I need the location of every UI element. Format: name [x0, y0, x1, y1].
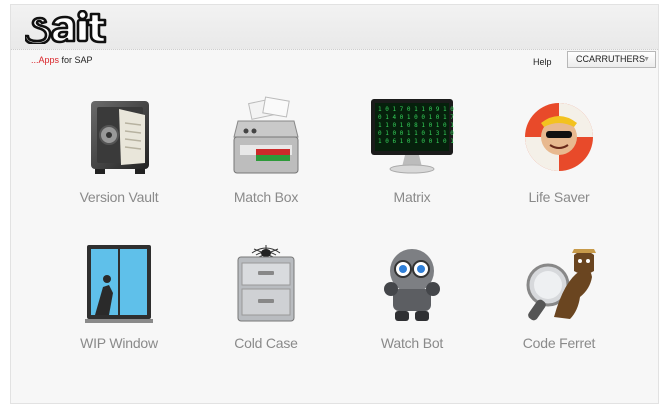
- app-cold-case[interactable]: Cold Case: [206, 241, 326, 371]
- help-link[interactable]: Help: [533, 57, 552, 67]
- ferret-icon: [526, 249, 596, 321]
- app-matrix[interactable]: 1 0 1 7 0 1 1 0 9 1 0 0 1 4 0 1 0 0 1 0 …: [352, 93, 472, 223]
- tagline-accent: ...Apps: [31, 55, 60, 65]
- matchbox-icon: [233, 96, 299, 174]
- user-label: CCARRUTHERS: [576, 54, 646, 64]
- app-life-saver[interactable]: Life Saver: [499, 93, 619, 223]
- svg-text:1 0 1 7 0 1 1 0 9 1 0: 1 0 1 7 0 1 1 0 9 1 0: [378, 106, 454, 113]
- sait-logo[interactable]: [25, 10, 121, 44]
- app-wip-window[interactable]: WIP Window: [59, 241, 179, 371]
- window-icon: [85, 245, 153, 323]
- app-label: Watch Bot: [380, 335, 444, 351]
- svg-text:0 1 0 0 1 1 0 1 3 1 0: 0 1 0 0 1 1 0 1 3 1 0: [378, 130, 454, 137]
- app-label: WIP Window: [80, 335, 158, 351]
- app-label: Code Ferret: [522, 335, 596, 351]
- app-match-box[interactable]: Match Box: [206, 93, 326, 223]
- app-version-vault[interactable]: Version Vault: [59, 93, 179, 223]
- app-label: Cold Case: [234, 335, 298, 351]
- robot-icon: [384, 249, 440, 321]
- app-frame: ...Apps for SAP Help CCARRUTHERS ▼ Versio…: [10, 4, 659, 404]
- header-bar: [11, 5, 658, 50]
- app-label: Life Saver: [528, 189, 590, 205]
- svg-text:1 1 0 1 0 8 1 0 1 0 1: 1 1 0 1 0 8 1 0 1 0 1: [378, 122, 454, 129]
- svg-text:0 1 4 0 1 0 0 1 0 1 7: 0 1 4 0 1 0 0 1 0 1 7: [378, 114, 454, 121]
- app-label: Version Vault: [79, 189, 159, 205]
- monitor-icon: 1 0 1 7 0 1 1 0 9 1 0 0 1 4 0 1 0 0 1 0 …: [371, 99, 454, 174]
- app-label: Matrix: [393, 189, 431, 205]
- tagline: ...Apps for SAP: [31, 55, 93, 65]
- app-watch-bot[interactable]: Watch Bot: [352, 241, 472, 371]
- chevron-down-icon: ▼: [643, 56, 650, 63]
- filing-cabinet-icon: [237, 245, 295, 322]
- user-dropdown[interactable]: CCARRUTHERS ▼: [567, 51, 656, 68]
- lifesaver-icon: [525, 103, 593, 171]
- vault-icon: [91, 101, 149, 174]
- svg-text:1 0 6 1 0 1 0 0 1 0 1: 1 0 6 1 0 1 0 0 1 0 1: [378, 138, 454, 145]
- tagline-rest: for SAP: [59, 55, 93, 65]
- app-code-ferret[interactable]: Code Ferret: [499, 241, 619, 371]
- app-label: Match Box: [233, 189, 299, 205]
